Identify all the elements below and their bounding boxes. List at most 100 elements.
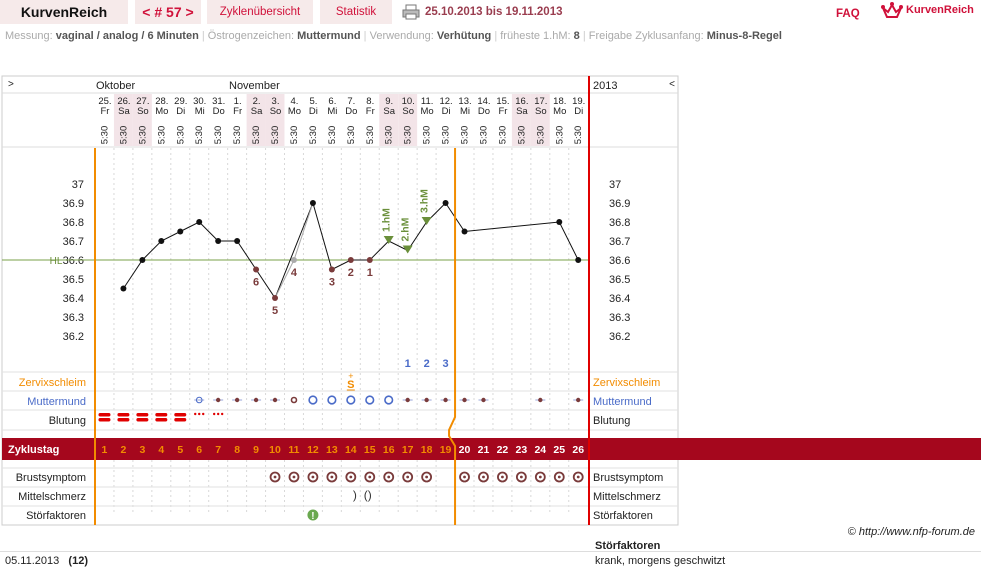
y-tick-label: 36.3 xyxy=(609,312,630,324)
day-weekday: Sa xyxy=(251,106,263,117)
cycle-day-number: 22 xyxy=(497,444,509,456)
day-weekday: Mo xyxy=(155,106,168,117)
bleeding-heavy-icon xyxy=(117,418,130,422)
copyright: © http://www.nfp-forum.de xyxy=(847,526,975,538)
y-tick-label: 36.5 xyxy=(609,274,630,286)
breast-symptom-icon xyxy=(482,475,485,479)
cervix-closed-icon xyxy=(272,397,278,403)
y-tick-label: 36.2 xyxy=(63,331,84,343)
cycle-day-number: 3 xyxy=(139,444,145,456)
temperature-point xyxy=(139,257,146,263)
day-weekday: Mi xyxy=(195,106,205,117)
day-weekday: Di xyxy=(442,106,451,117)
month-label: Oktober xyxy=(96,80,135,92)
temperature-point xyxy=(461,228,468,235)
cycle-day-number: 18 xyxy=(421,444,433,456)
nav-cycle-overview[interactable]: Zyklenübersicht xyxy=(207,0,313,24)
count-label: 2 xyxy=(424,358,430,370)
bleeding-spot-icon xyxy=(212,412,216,416)
year-label: 2013 xyxy=(593,80,617,92)
faq-link[interactable]: FAQ xyxy=(836,8,860,20)
high-temp-label: 2.hM xyxy=(400,217,412,241)
high-temp-label: 3.hM xyxy=(419,189,431,213)
mittelschmerz-icon: () xyxy=(364,488,372,502)
low-temp-label: 1 xyxy=(367,267,373,279)
day-time: 5:30 xyxy=(516,126,527,145)
row-label-blutung: Blutung xyxy=(49,415,86,427)
cervix-closed-icon xyxy=(215,397,221,403)
printer-icon[interactable] xyxy=(402,4,420,20)
cycle-day-number: 12 xyxy=(307,444,319,456)
day-time: 5:30 xyxy=(270,126,281,145)
row-label-stoer: Störfaktoren xyxy=(26,510,86,522)
cervix-closed-icon xyxy=(576,397,581,403)
y-tick-label: 36.8 xyxy=(63,217,84,229)
row-label-muttermund: Muttermund xyxy=(593,396,652,408)
day-weekday: Mo xyxy=(288,106,301,117)
day-time: 5:30 xyxy=(251,126,262,145)
day-time: 5:30 xyxy=(384,126,395,145)
cycle-navigator[interactable]: < # 57 > xyxy=(135,0,201,24)
day-weekday: So xyxy=(137,106,149,117)
measure-label: Messung: xyxy=(5,30,53,42)
temperature-chart: > <Oktober November 201325.Fr5:3026.Sa5:302… xyxy=(1,75,981,526)
cycle-day-number: 17 xyxy=(402,444,414,456)
cycle-day-number: 20 xyxy=(459,444,471,456)
cervix-closed-icon xyxy=(538,397,543,403)
bleeding-heavy-icon xyxy=(174,413,187,417)
day-weekday: Do xyxy=(345,106,357,117)
temperature-point xyxy=(442,200,449,206)
cycle-day-number: 21 xyxy=(478,444,490,456)
cycle-day-number: 13 xyxy=(326,444,338,456)
cycle-day-number: 6 xyxy=(196,444,202,456)
cervix-closed-icon xyxy=(481,397,486,403)
bleeding-heavy-icon xyxy=(155,418,168,422)
day-time: 5:30 xyxy=(497,126,508,145)
day-time: 5:30 xyxy=(365,126,376,145)
footer-date-value: 05.11.2013 xyxy=(5,555,60,567)
temperature-point xyxy=(234,238,241,244)
temperature-point xyxy=(158,238,165,244)
day-weekday: Fr xyxy=(233,106,242,117)
day-time: 5:30 xyxy=(346,126,357,145)
temperature-point xyxy=(347,257,354,263)
y-tick-label: 36.7 xyxy=(609,236,630,248)
bleeding-heavy-icon xyxy=(136,418,149,422)
breast-symptom-icon xyxy=(292,475,296,479)
day-weekday: Fr xyxy=(498,106,507,117)
breast-symptom-icon xyxy=(330,475,334,479)
temperature-point xyxy=(215,238,222,244)
row-label-zervix: Zervixschleim xyxy=(19,377,86,389)
day-time: 5:30 xyxy=(308,126,319,145)
measure-value: vaginal / analog / 6 Minuten xyxy=(55,30,199,42)
release-label: Freigabe Zyklusanfang: xyxy=(588,30,704,42)
bleeding-heavy-icon xyxy=(98,413,111,417)
breast-symptom-icon xyxy=(557,475,561,479)
cycle-day-number: 24 xyxy=(534,444,546,456)
cycle-day-number: 10 xyxy=(269,444,281,456)
row-label-brust: Brustsymptom xyxy=(16,472,86,484)
cycle-day-number: 19 xyxy=(440,444,452,456)
day-time: 5:30 xyxy=(460,126,471,145)
day-time: 5:30 xyxy=(441,126,452,145)
day-time: 5:30 xyxy=(478,126,489,145)
y-tick-label: 37 xyxy=(72,179,84,191)
cycle-day-number: 14 xyxy=(345,444,357,456)
cervix-closed-icon xyxy=(253,397,259,403)
row-label-mittel: Mittelschmerz xyxy=(18,491,86,503)
day-time: 5:30 xyxy=(137,126,148,145)
breast-symptom-icon xyxy=(368,475,372,479)
y-tick-label: 36.4 xyxy=(63,293,84,305)
month-label: November xyxy=(229,80,280,92)
y-tick-label: 36.2 xyxy=(609,331,630,343)
cycle-day-number: 4 xyxy=(158,444,164,456)
day-weekday: Do xyxy=(478,106,490,117)
day-weekday: So xyxy=(270,106,282,117)
sign-value: Muttermund xyxy=(297,30,361,42)
day-time: 5:30 xyxy=(213,126,224,145)
cycle-day-number: 11 xyxy=(288,444,299,456)
cervix-closed-icon xyxy=(234,397,240,403)
nav-statistics[interactable]: Statistik xyxy=(320,0,392,24)
day-weekday: Di xyxy=(309,106,318,117)
low-temp-label: 4 xyxy=(291,267,298,279)
